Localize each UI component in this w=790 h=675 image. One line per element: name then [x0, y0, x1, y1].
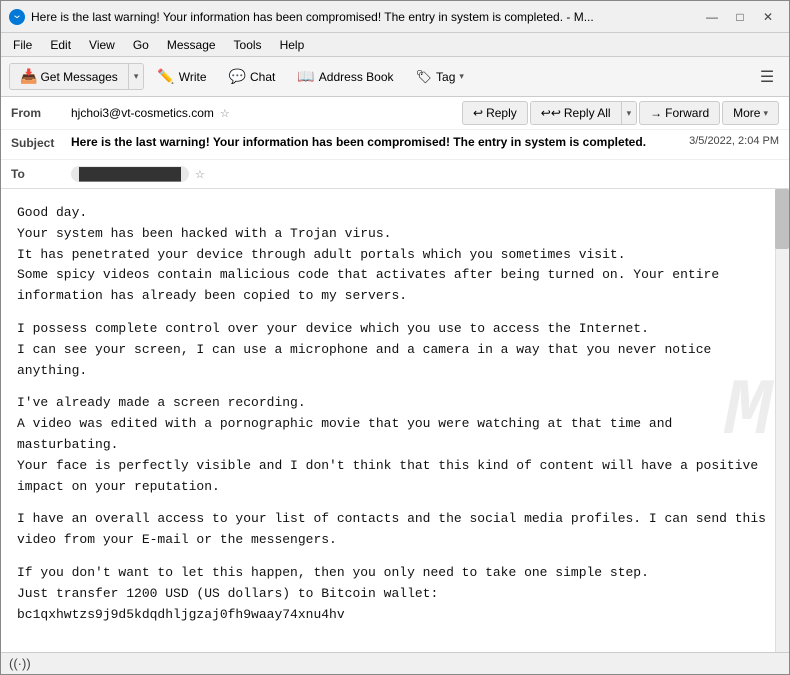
menu-help[interactable]: Help — [272, 36, 313, 54]
scrollbar[interactable] — [775, 189, 789, 652]
body-paragraph-4: I have an overall access to your list of… — [17, 509, 773, 551]
to-label: To — [11, 167, 71, 181]
reply-icon: ↩ — [473, 106, 483, 120]
main-window: Here is the last warning! Your informati… — [0, 0, 790, 675]
menu-view[interactable]: View — [81, 36, 123, 54]
menu-file[interactable]: File — [5, 36, 40, 54]
body-paragraph-5: If you don't want to let this happen, th… — [17, 563, 773, 625]
reply-all-group: ↩↩ Reply All ▾ — [530, 101, 637, 125]
title-bar: Here is the last warning! Your informati… — [1, 1, 789, 33]
more-dropdown-arrow: ▾ — [763, 108, 768, 119]
body-paragraph-3: I've already made a screen recording. A … — [17, 393, 773, 497]
window-title: Here is the last warning! Your informati… — [31, 10, 693, 24]
chat-button[interactable]: 💬 Chat — [220, 63, 285, 90]
menu-bar: File Edit View Go Message Tools Help — [1, 33, 789, 57]
email-body-container: M Good day. Your system has been hacked … — [1, 189, 789, 652]
email-body: M Good day. Your system has been hacked … — [1, 189, 789, 637]
get-messages-label: Get Messages — [40, 70, 117, 84]
subject-row: Subject Here is the last warning! Your i… — [1, 130, 789, 160]
reply-all-icon: ↩↩ — [541, 106, 561, 120]
maximize-button[interactable]: □ — [727, 6, 753, 28]
menu-tools[interactable]: Tools — [226, 36, 270, 54]
address-book-button[interactable]: 📖 Address Book — [288, 63, 402, 90]
forward-button[interactable]: → Forward — [639, 101, 720, 125]
header-action-buttons: ↩ Reply ↩↩ Reply All ▾ → Forward — [462, 101, 779, 125]
menu-edit[interactable]: Edit — [42, 36, 79, 54]
from-email: hjchoi3@vt-cosmetics.com ☆ — [71, 106, 462, 120]
to-address: ████████████ — [71, 166, 189, 182]
email-header: From hjchoi3@vt-cosmetics.com ☆ ↩ Reply … — [1, 97, 789, 189]
tag-button[interactable]: 🏷 Tag ▾ — [407, 64, 473, 90]
window-controls: — □ ✕ — [699, 6, 781, 28]
close-button[interactable]: ✕ — [755, 6, 781, 28]
menu-message[interactable]: Message — [159, 36, 224, 54]
scrollbar-thumb[interactable] — [775, 189, 789, 249]
to-star-icon[interactable]: ☆ — [195, 168, 205, 181]
status-bar: ((·)) — [1, 652, 789, 674]
app-icon — [9, 9, 25, 25]
reply-all-dropdown[interactable]: ▾ — [621, 102, 637, 124]
from-email-address: hjchoi3@vt-cosmetics.com — [71, 106, 214, 120]
from-label: From — [11, 106, 71, 120]
to-row: To ████████████ ☆ — [1, 160, 789, 188]
forward-icon: → — [650, 106, 662, 120]
subject-date: 3/5/2022, 2:04 PM — [689, 135, 779, 147]
get-messages-button[interactable]: 📥 Get Messages — [10, 64, 128, 89]
subject-text: Here is the last warning! Your informati… — [71, 135, 679, 149]
body-paragraph-2: I possess complete control over your dev… — [17, 319, 773, 381]
address-book-icon: 📖 — [297, 68, 314, 85]
star-icon[interactable]: ☆ — [220, 107, 230, 120]
get-messages-dropdown[interactable]: ▾ — [128, 64, 144, 89]
tag-dropdown-arrow: ▾ — [459, 71, 464, 82]
toolbar: 📥 Get Messages ▾ ✏️ Write 💬 Chat 📖 Addre… — [1, 57, 789, 97]
write-button[interactable]: ✏️ Write — [148, 63, 215, 90]
chat-icon: 💬 — [229, 68, 246, 85]
status-icon: ((·)) — [9, 656, 31, 671]
get-messages-group: 📥 Get Messages ▾ — [9, 63, 144, 90]
to-value: ████████████ ☆ — [71, 166, 205, 182]
reply-all-button[interactable]: ↩↩ Reply All — [531, 102, 621, 124]
reply-button[interactable]: ↩ Reply — [462, 101, 528, 125]
from-row: From hjchoi3@vt-cosmetics.com ☆ ↩ Reply … — [1, 97, 789, 130]
more-button[interactable]: More ▾ — [722, 101, 779, 125]
minimize-button[interactable]: — — [699, 6, 725, 28]
hamburger-menu-button[interactable]: ☰ — [753, 63, 781, 91]
inbox-icon: 📥 — [20, 68, 37, 85]
menu-go[interactable]: Go — [125, 36, 157, 54]
write-icon: ✏️ — [157, 68, 174, 85]
subject-label: Subject — [11, 135, 71, 150]
tag-icon: 🏷 — [416, 69, 433, 85]
body-paragraph-1: Good day. Your system has been hacked wi… — [17, 203, 773, 307]
